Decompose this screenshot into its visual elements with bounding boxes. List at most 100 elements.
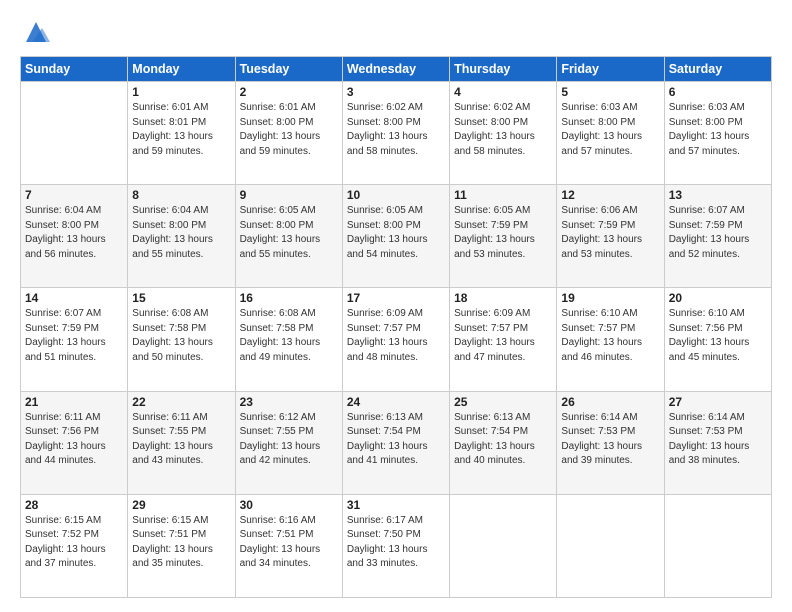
- day-info: Sunrise: 6:13 AM Sunset: 7:54 PM Dayligh…: [347, 411, 445, 469]
- day-number: 11: [454, 188, 552, 202]
- day-info: Sunrise: 6:05 AM Sunset: 8:00 PM Dayligh…: [240, 204, 338, 262]
- day-cell: 8Sunrise: 6:04 AM Sunset: 8:00 PM Daylig…: [128, 185, 235, 288]
- day-number: 18: [454, 291, 552, 305]
- day-info: Sunrise: 6:15 AM Sunset: 7:51 PM Dayligh…: [132, 514, 230, 572]
- week-row-4: 21 Sunrise: 6:11 AM Sunset: 7:56 PM Dayli…: [21, 391, 772, 494]
- week-row-1: 1 Sunrise: 6:01 AM Sunset: 8:01 PM Daylig…: [21, 82, 772, 185]
- day-number: 21: [25, 395, 123, 409]
- week-row-3: 14 Sunrise: 6:07 AM Sunset: 7:59 PM Dayli…: [21, 288, 772, 391]
- day-number: 31: [347, 498, 445, 512]
- day-number: 2: [240, 85, 338, 99]
- header: [20, 18, 772, 46]
- weekday-monday: Monday: [128, 57, 235, 82]
- day-number: 25: [454, 395, 552, 409]
- day-info: Sunrise: 6:06 AM Sunset: 7:59 PM Dayligh…: [561, 204, 659, 262]
- day-number: 14: [25, 291, 123, 305]
- day-info: Sunrise: 6:01 AM Sunset: 8:01 PM Dayligh…: [132, 101, 230, 159]
- weekday-saturday: Saturday: [664, 57, 771, 82]
- day-cell: [450, 494, 557, 597]
- day-cell: 20Sunrise: 6:10 AM Sunset: 7:56 PM Dayli…: [664, 288, 771, 391]
- day-cell: 29 Sunrise: 6:15 AM Sunset: 7:51 PM Dayli…: [128, 494, 235, 597]
- day-info: Sunrise: 6:03 AM Sunset: 8:00 PM Dayligh…: [561, 101, 659, 159]
- day-cell: 17 Sunrise: 6:09 AM Sunset: 7:57 PM Dayli…: [342, 288, 449, 391]
- day-number: 7: [25, 188, 123, 202]
- day-cell: 18Sunrise: 6:09 AM Sunset: 7:57 PM Dayli…: [450, 288, 557, 391]
- day-cell: 12 Sunrise: 6:06 AM Sunset: 7:59 PM Dayli…: [557, 185, 664, 288]
- day-cell: 2Sunrise: 6:01 AM Sunset: 8:00 PM Daylig…: [235, 82, 342, 185]
- day-number: 5: [561, 85, 659, 99]
- day-info: Sunrise: 6:10 AM Sunset: 7:57 PM Dayligh…: [561, 307, 659, 365]
- day-number: 19: [561, 291, 659, 305]
- day-info: Sunrise: 6:11 AM Sunset: 7:55 PM Dayligh…: [132, 411, 230, 469]
- day-number: 28: [25, 498, 123, 512]
- day-cell: 27 Sunrise: 6:14 AM Sunset: 7:53 PM Dayli…: [664, 391, 771, 494]
- day-cell: 11Sunrise: 6:05 AM Sunset: 7:59 PM Dayli…: [450, 185, 557, 288]
- day-cell: 7Sunrise: 6:04 AM Sunset: 8:00 PM Daylig…: [21, 185, 128, 288]
- day-number: 8: [132, 188, 230, 202]
- day-cell: [21, 82, 128, 185]
- day-cell: 10 Sunrise: 6:05 AM Sunset: 8:00 PM Dayli…: [342, 185, 449, 288]
- day-cell: 14 Sunrise: 6:07 AM Sunset: 7:59 PM Dayli…: [21, 288, 128, 391]
- day-info: Sunrise: 6:12 AM Sunset: 7:55 PM Dayligh…: [240, 411, 338, 469]
- day-number: 26: [561, 395, 659, 409]
- day-cell: 24 Sunrise: 6:13 AM Sunset: 7:54 PM Dayli…: [342, 391, 449, 494]
- weekday-tuesday: Tuesday: [235, 57, 342, 82]
- day-cell: 23 Sunrise: 6:12 AM Sunset: 7:55 PM Dayli…: [235, 391, 342, 494]
- day-cell: 19 Sunrise: 6:10 AM Sunset: 7:57 PM Dayli…: [557, 288, 664, 391]
- day-info: Sunrise: 6:17 AM Sunset: 7:50 PM Dayligh…: [347, 514, 445, 572]
- day-number: 20: [669, 291, 767, 305]
- logo-icon: [22, 18, 50, 46]
- calendar-table: SundayMondayTuesdayWednesdayThursdayFrid…: [20, 56, 772, 598]
- weekday-sunday: Sunday: [21, 57, 128, 82]
- logo: [20, 18, 50, 46]
- day-info: Sunrise: 6:03 AM Sunset: 8:00 PM Dayligh…: [669, 101, 767, 159]
- calendar-page: SundayMondayTuesdayWednesdayThursdayFrid…: [0, 0, 792, 612]
- weekday-thursday: Thursday: [450, 57, 557, 82]
- day-cell: 31 Sunrise: 6:17 AM Sunset: 7:50 PM Dayli…: [342, 494, 449, 597]
- weekday-wednesday: Wednesday: [342, 57, 449, 82]
- day-cell: [664, 494, 771, 597]
- weekday-header-row: SundayMondayTuesdayWednesdayThursdayFrid…: [21, 57, 772, 82]
- day-number: 1: [132, 85, 230, 99]
- day-info: Sunrise: 6:14 AM Sunset: 7:53 PM Dayligh…: [669, 411, 767, 469]
- day-cell: 1 Sunrise: 6:01 AM Sunset: 8:01 PM Daylig…: [128, 82, 235, 185]
- day-number: 15: [132, 291, 230, 305]
- day-number: 6: [669, 85, 767, 99]
- day-number: 13: [669, 188, 767, 202]
- day-info: Sunrise: 6:13 AM Sunset: 7:54 PM Dayligh…: [454, 411, 552, 469]
- day-cell: 15Sunrise: 6:08 AM Sunset: 7:58 PM Dayli…: [128, 288, 235, 391]
- day-info: Sunrise: 6:11 AM Sunset: 7:56 PM Dayligh…: [25, 411, 123, 469]
- day-number: 24: [347, 395, 445, 409]
- day-info: Sunrise: 6:15 AM Sunset: 7:52 PM Dayligh…: [25, 514, 123, 572]
- day-info: Sunrise: 6:16 AM Sunset: 7:51 PM Dayligh…: [240, 514, 338, 572]
- day-number: 4: [454, 85, 552, 99]
- day-info: Sunrise: 6:07 AM Sunset: 7:59 PM Dayligh…: [25, 307, 123, 365]
- day-cell: 13 Sunrise: 6:07 AM Sunset: 7:59 PM Dayli…: [664, 185, 771, 288]
- day-cell: 21 Sunrise: 6:11 AM Sunset: 7:56 PM Dayli…: [21, 391, 128, 494]
- day-info: Sunrise: 6:05 AM Sunset: 8:00 PM Dayligh…: [347, 204, 445, 262]
- weekday-friday: Friday: [557, 57, 664, 82]
- day-cell: 5 Sunrise: 6:03 AM Sunset: 8:00 PM Daylig…: [557, 82, 664, 185]
- day-number: 16: [240, 291, 338, 305]
- day-info: Sunrise: 6:09 AM Sunset: 7:57 PM Dayligh…: [347, 307, 445, 365]
- day-number: 23: [240, 395, 338, 409]
- day-cell: 30 Sunrise: 6:16 AM Sunset: 7:51 PM Dayli…: [235, 494, 342, 597]
- day-number: 17: [347, 291, 445, 305]
- day-cell: 25 Sunrise: 6:13 AM Sunset: 7:54 PM Dayli…: [450, 391, 557, 494]
- day-cell: [557, 494, 664, 597]
- day-number: 10: [347, 188, 445, 202]
- day-number: 22: [132, 395, 230, 409]
- day-cell: 28 Sunrise: 6:15 AM Sunset: 7:52 PM Dayli…: [21, 494, 128, 597]
- day-info: Sunrise: 6:07 AM Sunset: 7:59 PM Dayligh…: [669, 204, 767, 262]
- day-cell: 3Sunrise: 6:02 AM Sunset: 8:00 PM Daylig…: [342, 82, 449, 185]
- day-cell: 9Sunrise: 6:05 AM Sunset: 8:00 PM Daylig…: [235, 185, 342, 288]
- day-cell: 6 Sunrise: 6:03 AM Sunset: 8:00 PM Daylig…: [664, 82, 771, 185]
- day-number: 12: [561, 188, 659, 202]
- day-number: 27: [669, 395, 767, 409]
- day-info: Sunrise: 6:02 AM Sunset: 8:00 PM Dayligh…: [347, 101, 445, 159]
- day-number: 30: [240, 498, 338, 512]
- day-info: Sunrise: 6:14 AM Sunset: 7:53 PM Dayligh…: [561, 411, 659, 469]
- day-cell: 22 Sunrise: 6:11 AM Sunset: 7:55 PM Dayli…: [128, 391, 235, 494]
- day-number: 29: [132, 498, 230, 512]
- day-cell: 26 Sunrise: 6:14 AM Sunset: 7:53 PM Dayli…: [557, 391, 664, 494]
